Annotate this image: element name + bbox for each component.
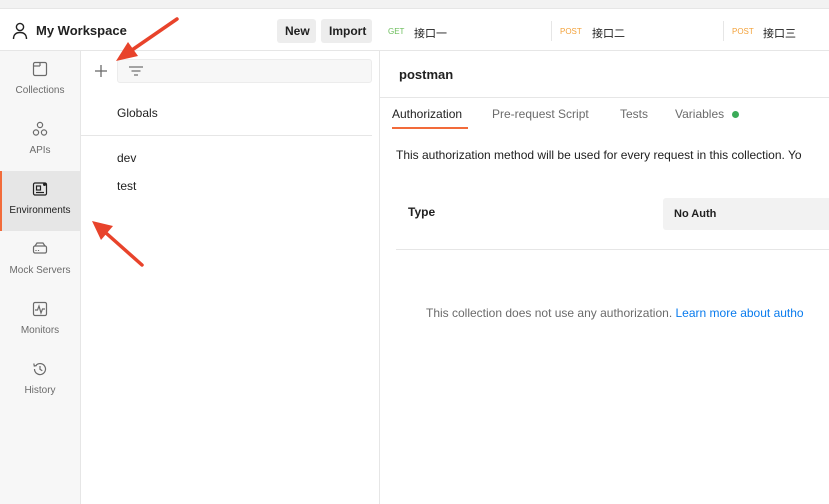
sidebar-item-mock-servers[interactable]: Mock Servers — [0, 231, 80, 291]
collection-name: postman — [399, 67, 454, 82]
sidebar: Collections APIs Environments Mock Serve… — [0, 51, 81, 504]
history-icon — [33, 362, 47, 376]
sidebar-item-environments[interactable]: Environments — [0, 171, 80, 231]
import-button[interactable]: Import — [321, 19, 372, 43]
divider — [380, 97, 829, 98]
apis-icon — [32, 121, 48, 136]
environments-icon — [32, 182, 48, 196]
request-tabs: GET 接口一 POST 接口二 POST 接口三 — [380, 9, 829, 51]
environment-item-test[interactable]: test — [117, 179, 136, 193]
add-environment-icon[interactable] — [93, 63, 109, 79]
new-button[interactable]: New — [277, 19, 316, 43]
workspace-title[interactable]: My Workspace — [36, 23, 127, 38]
tab-pre-request-script[interactable]: Pre-request Script — [492, 107, 589, 121]
environments-panel: Globals dev test — [81, 51, 380, 504]
variables-status-dot — [732, 111, 739, 118]
environment-filter-input[interactable] — [117, 59, 372, 83]
collections-icon — [32, 61, 48, 77]
sidebar-item-monitors[interactable]: Monitors — [0, 291, 80, 351]
request-tab-2[interactable]: POST 接口二 — [552, 9, 723, 51]
auth-type-value: No Auth — [674, 208, 717, 220]
tab-authorization[interactable]: Authorization — [392, 107, 462, 121]
tab-name: 接口一 — [414, 28, 447, 40]
divider — [81, 135, 372, 136]
divider — [396, 249, 829, 250]
tab-tests[interactable]: Tests — [620, 107, 648, 121]
request-tab-1[interactable]: GET 接口一 — [380, 9, 551, 51]
learn-more-link[interactable]: Learn more about autho — [676, 306, 804, 320]
request-tab-3[interactable]: POST 接口三 — [724, 9, 829, 51]
sidebar-item-label: APIs — [29, 145, 51, 156]
monitors-icon — [32, 301, 48, 317]
no-auth-text: This collection does not use any authori… — [426, 306, 673, 320]
collection-editor: postman Authorization Pre-request Script… — [380, 51, 829, 504]
tab-method: GET — [388, 27, 405, 36]
tab-name: 接口三 — [763, 28, 796, 40]
sidebar-item-label: Mock Servers — [9, 265, 71, 276]
globals-item[interactable]: Globals — [117, 106, 158, 120]
sidebar-item-label: History — [24, 385, 56, 396]
tab-method: POST — [560, 27, 582, 36]
sidebar-item-label: Monitors — [20, 325, 60, 336]
sidebar-item-label: Environments — [9, 205, 71, 216]
user-icon — [12, 22, 28, 40]
window-top-strip — [0, 0, 829, 9]
auth-type-select[interactable]: No Auth — [663, 198, 829, 230]
active-tab-indicator — [392, 127, 468, 129]
type-label: Type — [408, 205, 436, 219]
sidebar-item-label: Collections — [15, 85, 65, 96]
sidebar-item-apis[interactable]: APIs — [0, 111, 80, 171]
no-auth-message: This collection does not use any authori… — [426, 306, 804, 320]
tab-variables[interactable]: Variables — [675, 107, 724, 121]
workspace-header: My Workspace New Import — [0, 9, 380, 51]
tab-method: POST — [732, 27, 754, 36]
environment-item-dev[interactable]: dev — [117, 151, 136, 165]
tab-name: 接口二 — [592, 28, 625, 40]
mock-servers-icon — [32, 242, 48, 254]
authorization-description: This authorization method will be used f… — [396, 148, 802, 162]
filter-icon — [129, 66, 143, 76]
sidebar-item-collections[interactable]: Collections — [0, 51, 80, 111]
sidebar-item-history[interactable]: History — [0, 351, 80, 411]
